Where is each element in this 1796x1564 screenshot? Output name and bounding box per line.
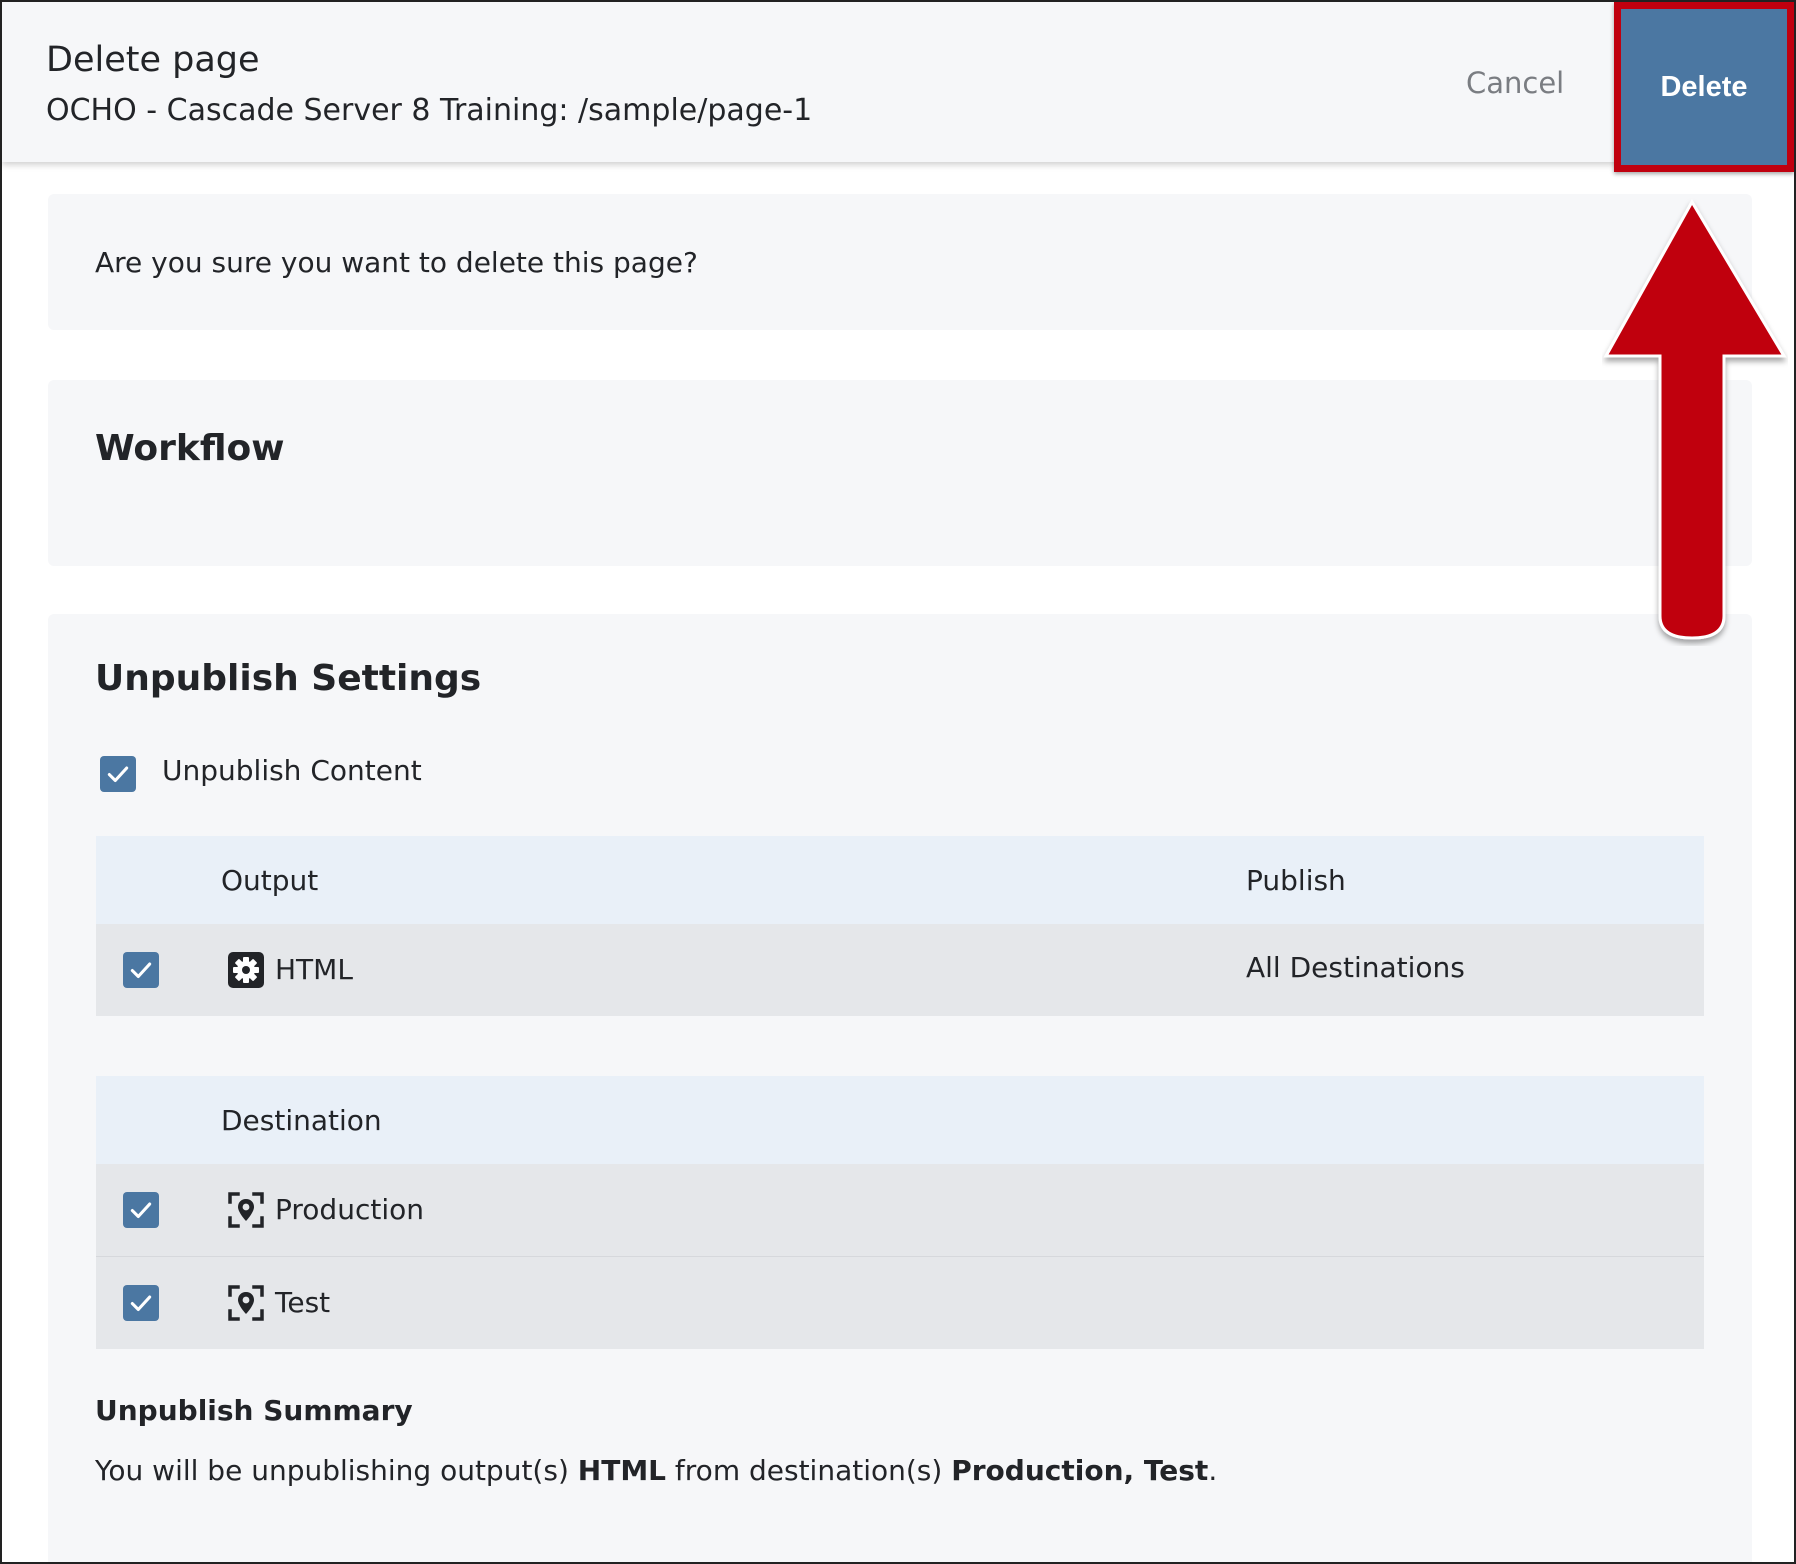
- page-path: OCHO - Cascade Server 8 Training: /sampl…: [46, 93, 813, 128]
- destination-test-checkbox[interactable]: [123, 1285, 159, 1321]
- delete-page-dialog: Delete page OCHO - Cascade Server 8 Trai…: [0, 0, 1796, 1564]
- cancel-button[interactable]: Cancel: [1466, 66, 1564, 100]
- checkmark-icon: [130, 1202, 152, 1219]
- confirm-message: Are you sure you want to delete this pag…: [95, 246, 698, 279]
- summary-middle: from destination(s): [666, 1454, 952, 1487]
- confirm-panel: Are you sure you want to delete this pag…: [48, 194, 1752, 330]
- unpublish-summary-heading: Unpublish Summary: [95, 1394, 413, 1427]
- destination-label: Production: [275, 1193, 424, 1226]
- delete-button-highlight: Delete: [1614, 2, 1794, 172]
- unpublish-content-label: Unpublish Content: [162, 754, 422, 787]
- summary-prefix: You will be unpublishing output(s): [95, 1454, 578, 1487]
- unpublish-summary-text: You will be unpublishing output(s) HTML …: [95, 1454, 1217, 1487]
- workflow-panel: Workflow: [48, 380, 1752, 566]
- column-header-publish: Publish: [1246, 864, 1346, 897]
- location-target-icon: [228, 1192, 264, 1228]
- destination-label: Test: [275, 1286, 331, 1319]
- unpublish-settings-panel: Unpublish Settings Unpublish Content Out…: [48, 614, 1752, 1562]
- dialog-header: Delete page OCHO - Cascade Server 8 Trai…: [2, 2, 1794, 162]
- column-header-output: Output: [221, 864, 319, 897]
- table-row: Production: [96, 1164, 1704, 1256]
- location-target-icon: [228, 1285, 264, 1321]
- page-title: Delete page: [46, 40, 260, 80]
- table-row: Test: [96, 1256, 1704, 1349]
- table-row: HTML All Destinations: [96, 924, 1704, 1016]
- delete-button[interactable]: Delete: [1621, 9, 1787, 165]
- gear-icon: [228, 952, 264, 988]
- column-header-destination: Destination: [221, 1104, 382, 1137]
- summary-outputs: HTML: [577, 1454, 667, 1487]
- summary-suffix: .: [1208, 1454, 1218, 1487]
- unpublish-content-checkbox[interactable]: [100, 756, 136, 792]
- table-header-row: Destination: [96, 1076, 1704, 1164]
- output-label: HTML: [275, 953, 353, 986]
- destination-production-checkbox[interactable]: [123, 1192, 159, 1228]
- checkmark-icon: [130, 1295, 152, 1312]
- output-publish-value: All Destinations: [1246, 951, 1465, 984]
- checkmark-icon: [130, 962, 152, 979]
- summary-destinations: Production, Test: [951, 1454, 1209, 1487]
- table-header-row: Output Publish: [96, 836, 1704, 924]
- checkmark-icon: [107, 766, 129, 783]
- workflow-heading: Workflow: [95, 428, 285, 469]
- output-html-checkbox[interactable]: [123, 952, 159, 988]
- outputs-table: Output Publish HTML All Destinations: [96, 836, 1704, 1016]
- red-arrow-annotation: [1603, 199, 1787, 640]
- unpublish-settings-heading: Unpublish Settings: [95, 658, 482, 699]
- destinations-table: Destination Production Test: [96, 1076, 1704, 1349]
